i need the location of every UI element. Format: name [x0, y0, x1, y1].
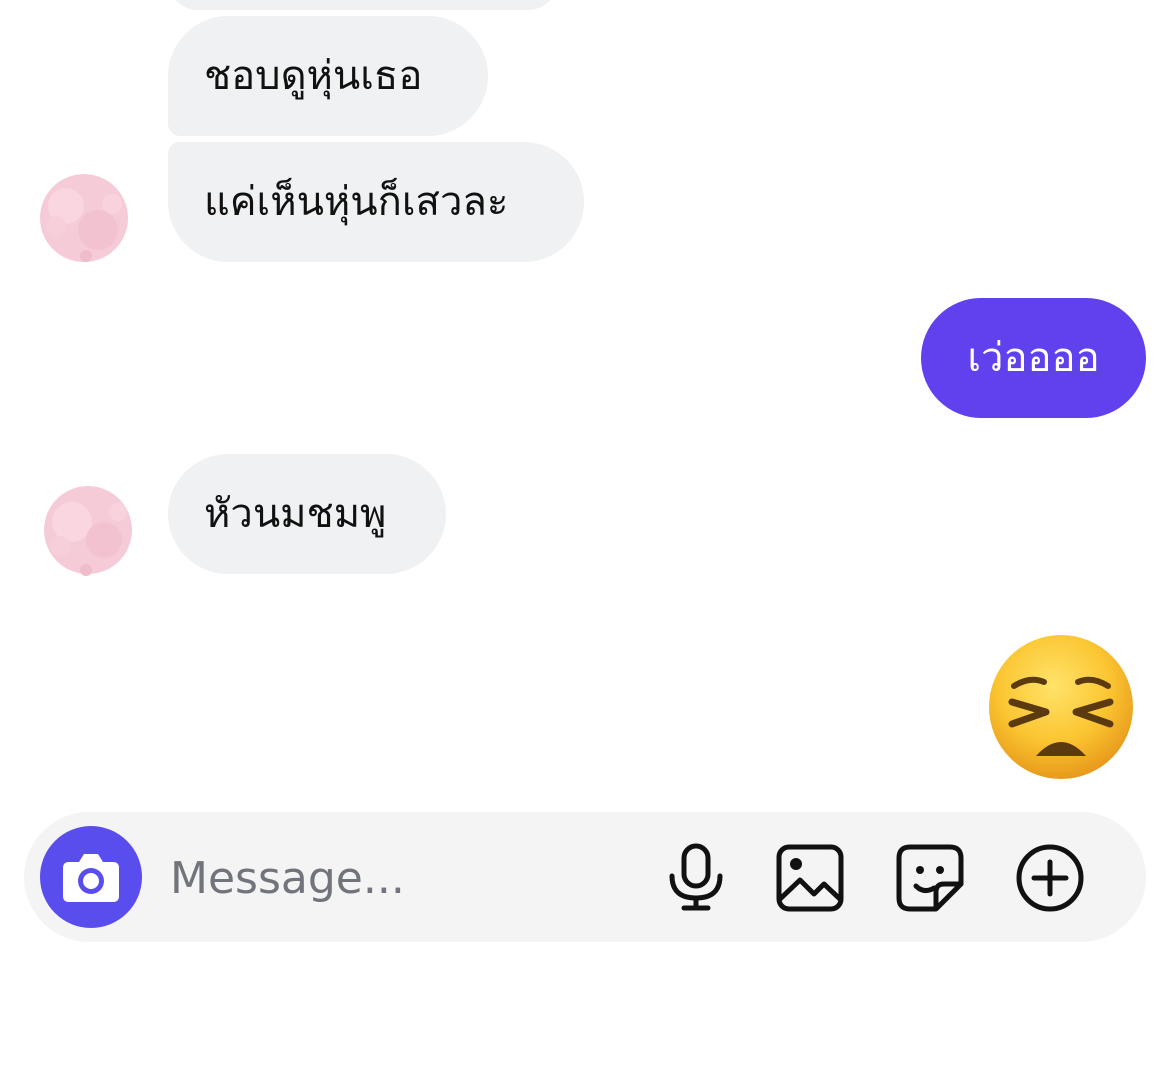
sticker-button[interactable] [894, 842, 966, 914]
add-circle-icon [1016, 844, 1084, 912]
persevering-face-emoji[interactable] [986, 632, 1136, 782]
microphone-icon [669, 843, 723, 911]
chat-screen: ชอบดูหุ่นเธอ แค่เห็นหุ่นก็เสวละ เว่ออออ … [0, 0, 1168, 1068]
camera-button[interactable] [40, 826, 142, 928]
message-bubble-incoming[interactable]: แค่เห็นหุ่นก็เสวละ [168, 142, 584, 262]
camera-icon [63, 854, 119, 902]
message-bubble-partial [168, 0, 558, 10]
gallery-icon [776, 844, 844, 912]
message-bubble-incoming[interactable]: ชอบดูหุ่นเธอ [168, 16, 488, 136]
message-text: แค่เห็นหุ่นก็เสวละ [204, 179, 509, 225]
message-text: ชอบดูหุ่นเธอ [204, 53, 423, 99]
message-bubble-incoming[interactable]: หัวนมชมพู [168, 454, 446, 574]
gallery-button[interactable] [774, 842, 846, 914]
avatar[interactable] [38, 482, 134, 578]
sticker-icon [896, 844, 964, 912]
message-input[interactable] [168, 842, 632, 914]
microphone-button[interactable] [660, 842, 732, 914]
message-text: หัวนมชมพู [204, 491, 387, 537]
message-text: เว่ออออ [967, 335, 1100, 381]
message-bubble-outgoing[interactable]: เว่ออออ [921, 298, 1146, 418]
add-button[interactable] [1014, 842, 1086, 914]
avatar[interactable] [36, 170, 132, 266]
